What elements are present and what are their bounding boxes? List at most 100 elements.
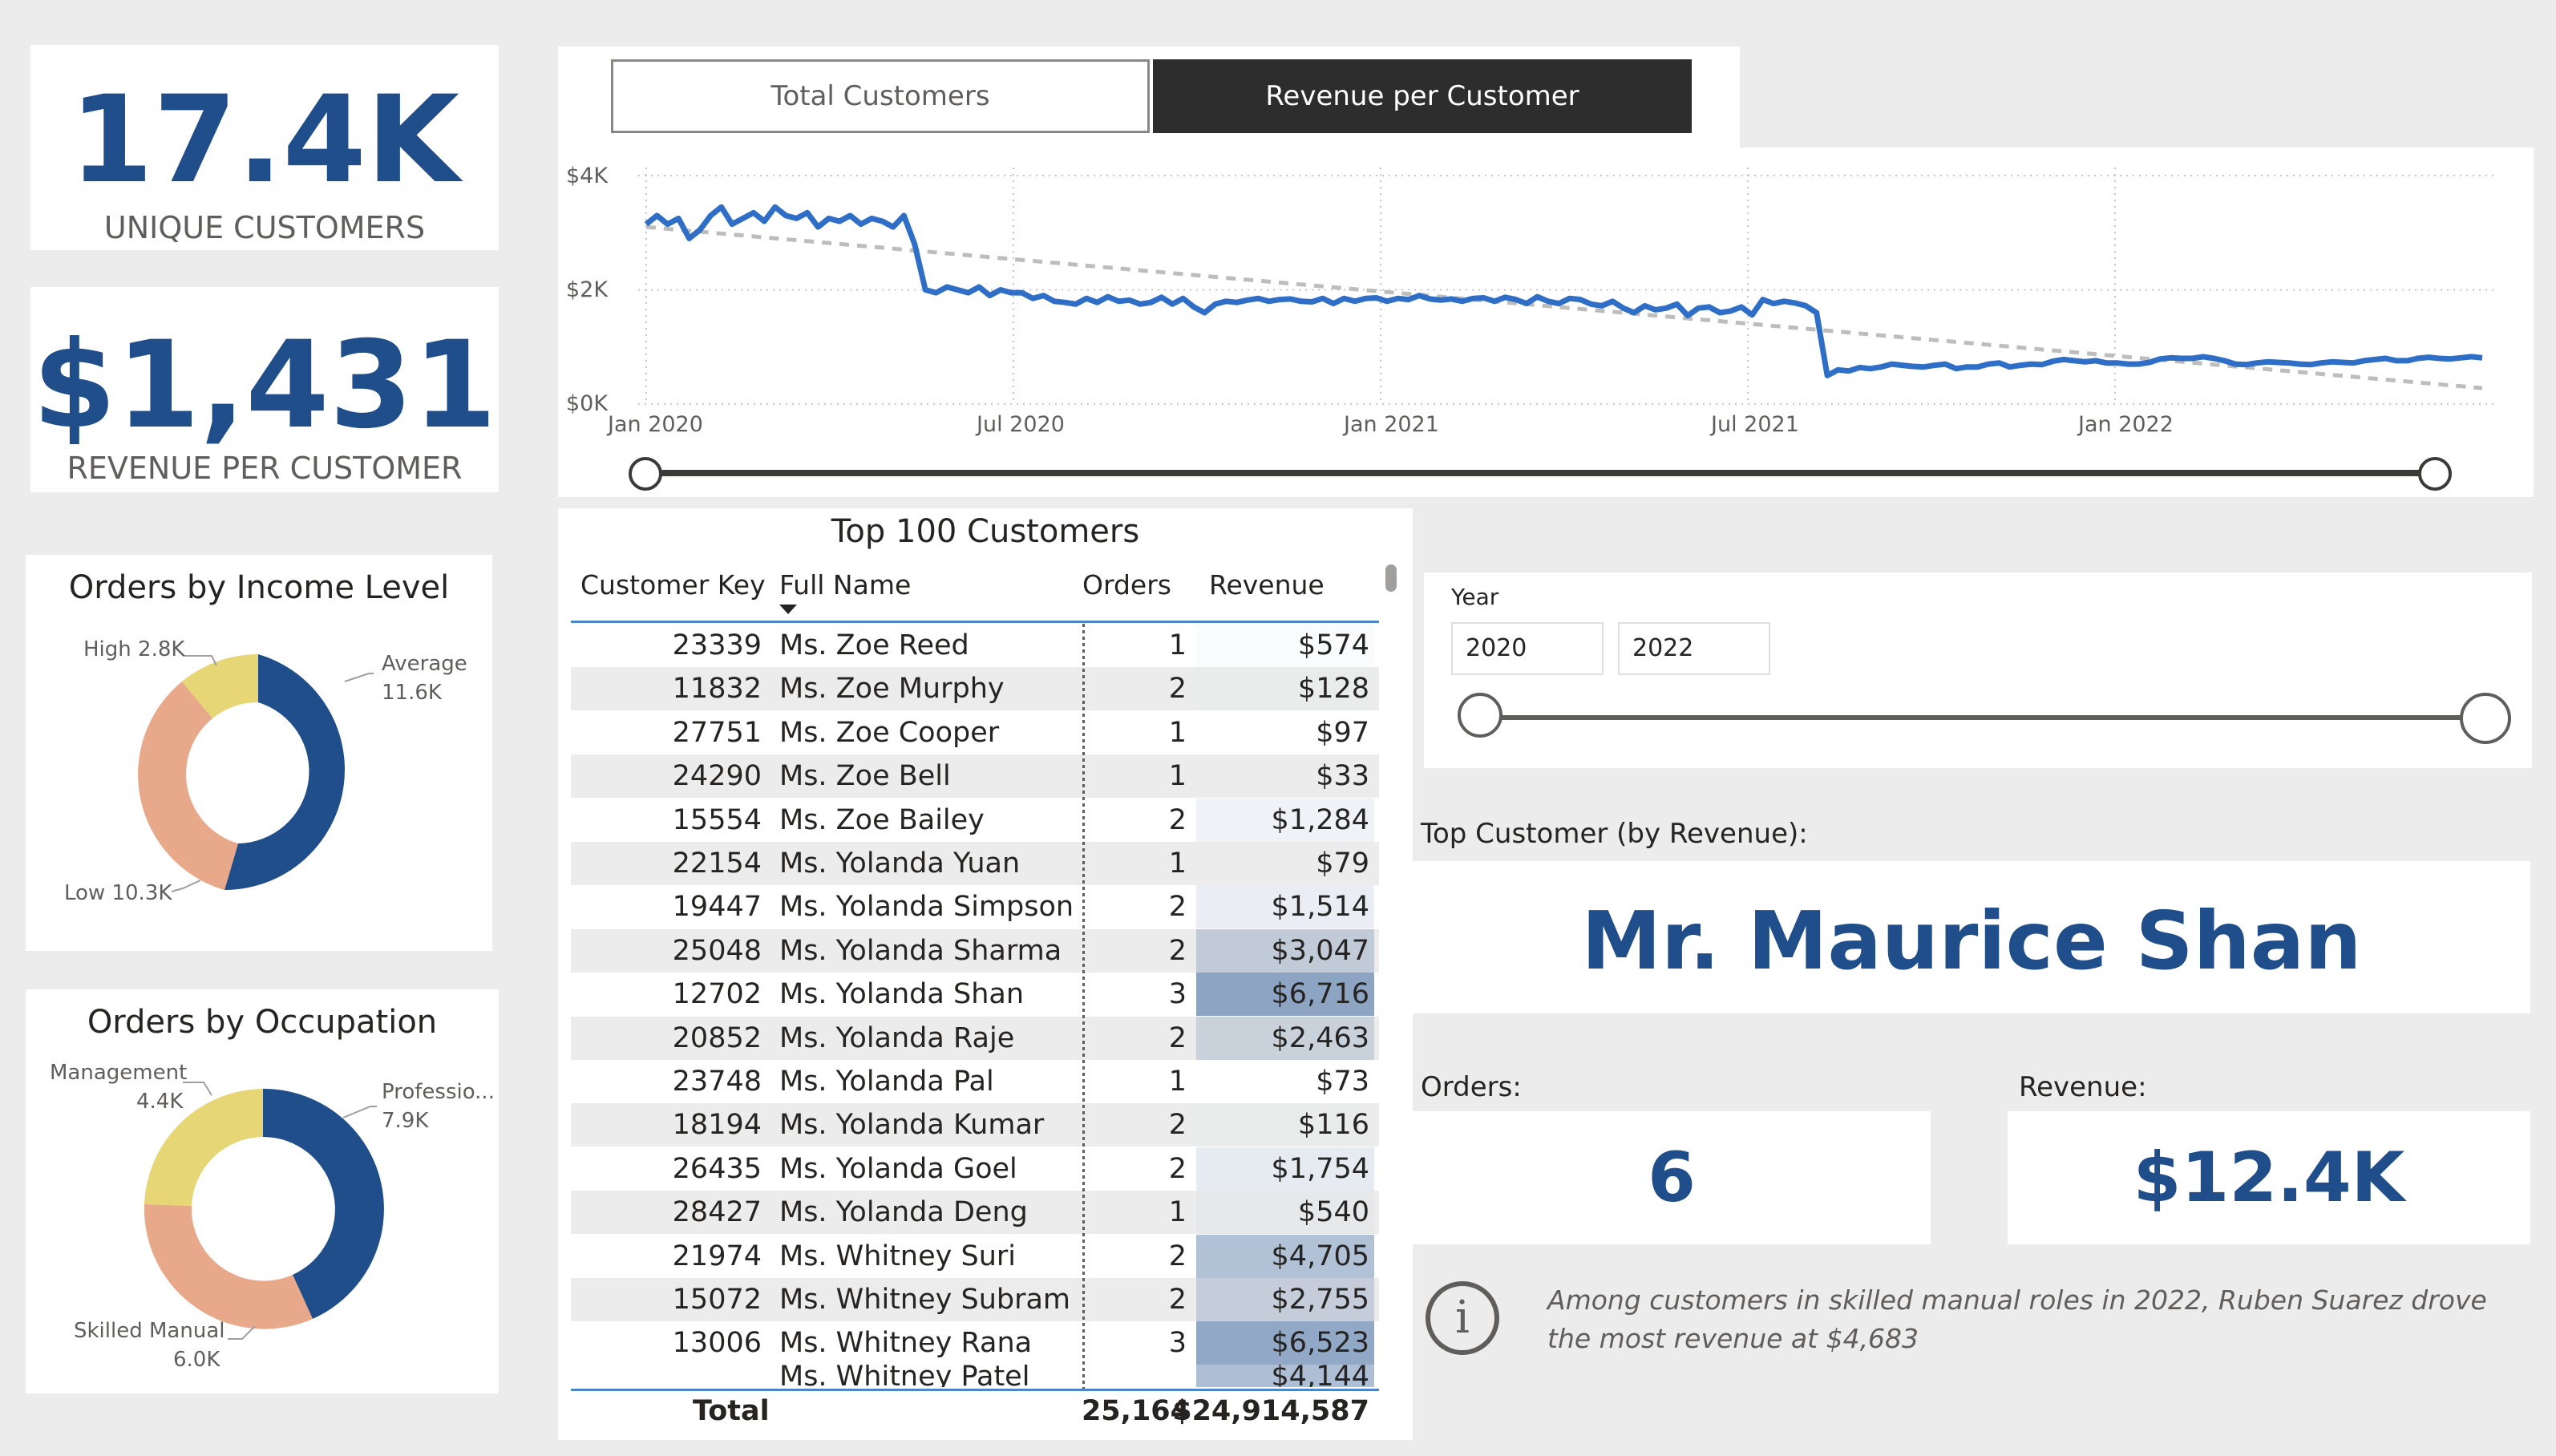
- y-tick-4k: $4K: [566, 164, 609, 188]
- table-row[interactable]: 22154 Ms. Yolanda Yuan 1 $79: [571, 842, 1379, 885]
- income-label-average-value: 11.6K: [382, 681, 442, 705]
- table-row[interactable]: 23339 Ms. Zoe Reed 1 $574: [571, 624, 1379, 667]
- table-row[interactable]: 15072 Ms. Whitney Subram 2 $2,755: [571, 1278, 1379, 1321]
- occupation-slice-skilled-manual[interactable]: [144, 1204, 313, 1329]
- cell-full-name: Ms. Zoe Cooper: [779, 716, 1000, 749]
- cell-orders: 2: [1168, 1021, 1187, 1054]
- cell-full-name: Ms. Yolanda Goel: [779, 1152, 1017, 1185]
- cell-customer-key: 28427: [672, 1196, 762, 1229]
- table-row[interactable]: 21974 Ms. Whitney Suri 2 $4,705: [571, 1234, 1379, 1278]
- year-slider-handle-end[interactable]: [2460, 693, 2511, 744]
- cell-customer-key: 15072: [672, 1284, 762, 1316]
- table-row[interactable]: 25048 Ms. Yolanda Sharma 2 $3,047: [571, 928, 1379, 973]
- cell-orders: 1: [1168, 847, 1187, 880]
- occupation-label-skilled-name: Skilled Manual: [74, 1319, 225, 1343]
- cell-customer-key: 13006: [672, 1327, 762, 1360]
- table-row[interactable]: 11832 Ms. Zoe Murphy 2 $128: [571, 667, 1379, 711]
- x-tick-jan-2021: Jan 2021: [1344, 412, 1439, 437]
- cell-customer-key: 27751: [672, 716, 762, 749]
- y-tick-2k: $2K: [566, 277, 609, 302]
- year-to-input[interactable]: 2022: [1618, 622, 1770, 675]
- occupation-label-skilled-value: 6.0K: [173, 1348, 220, 1372]
- cell-customer-key: 18194: [672, 1109, 762, 1142]
- table-row[interactable]: 23748 Ms. Yolanda Pal 1 $73: [571, 1060, 1379, 1103]
- kpi-unique-customers-card: 17.4K UNIQUE CUSTOMERS: [30, 45, 499, 250]
- cell-full-name: Ms. Whitney Patel: [779, 1365, 1030, 1387]
- x-tick-jul-2020: Jul 2020: [977, 412, 1065, 437]
- top-customer-card: Mr. Maurice Shan: [1413, 861, 2530, 1013]
- cell-revenue: $6,716: [1271, 978, 1369, 1011]
- x-tick-jul-2021: Jul 2021: [1711, 412, 1799, 437]
- cell-revenue: $128: [1297, 673, 1369, 706]
- trend-line-chart[interactable]: [558, 148, 2534, 497]
- cell-revenue: $2,755: [1271, 1284, 1369, 1316]
- table-row[interactable]: 26435 Ms. Yolanda Goel 2 $1,754: [571, 1147, 1379, 1191]
- cell-full-name: Ms. Yolanda Sharma: [779, 934, 1062, 967]
- occupation-label-professional-name: Professio...: [382, 1080, 495, 1104]
- cell-full-name: Ms. Yolanda Raje: [779, 1021, 1015, 1054]
- income-leader-low: [171, 880, 201, 892]
- cell-revenue: $4,705: [1271, 1240, 1369, 1272]
- income-donut-card: Orders by Income Level High 2.8K Average…: [26, 555, 492, 951]
- table-row[interactable]: 27751 Ms. Zoe Cooper 1 $97: [571, 711, 1379, 754]
- table-row[interactable]: 12702 Ms. Yolanda Shan 3 $6,716: [571, 973, 1379, 1017]
- income-label-average-name: Average: [382, 652, 467, 676]
- table-row[interactable]: 13006 Ms. Whitney Rana 3 $6,523: [571, 1321, 1379, 1365]
- table-row[interactable]: 18194 Ms. Yolanda Kumar 2 $116: [571, 1103, 1379, 1147]
- header-full-name[interactable]: Full Name: [779, 569, 911, 601]
- year-slider-handle-start[interactable]: [1458, 693, 1502, 738]
- table-row[interactable]: 15554 Ms. Zoe Bailey 2 $1,284: [571, 798, 1379, 842]
- cell-revenue: $3,047: [1271, 934, 1369, 967]
- date-range-slider-track[interactable]: [646, 470, 2434, 476]
- revenue-label: Revenue:: [2019, 1071, 2147, 1103]
- occupation-leader-professional: [342, 1106, 377, 1118]
- cell-customer-key: 23339: [672, 629, 762, 661]
- cell-revenue: $79: [1316, 847, 1369, 880]
- tab-revenue-per-customer[interactable]: Revenue per Customer: [1153, 59, 1692, 133]
- cell-full-name: Ms. Yolanda Yuan: [779, 847, 1021, 880]
- date-range-slider-handle-start[interactable]: [629, 457, 662, 491]
- table-row[interactable]: 19447 Ms. Yolanda Simpson 2 $1,514: [571, 885, 1379, 929]
- year-slider-track[interactable]: [1470, 715, 2482, 720]
- cell-customer-key: 15554: [672, 803, 762, 836]
- cell-revenue: $73: [1316, 1066, 1369, 1098]
- cell-full-name: Ms. Whitney Rana: [779, 1327, 1033, 1360]
- income-slice-low[interactable]: [138, 681, 238, 890]
- kpi-revenue-per-customer-value: $1,431: [32, 316, 497, 455]
- cell-full-name: Ms. Whitney Subram: [779, 1284, 1071, 1316]
- header-orders[interactable]: Orders: [1082, 569, 1171, 601]
- tab-total-customers[interactable]: Total Customers: [611, 59, 1150, 133]
- cell-orders: 1: [1168, 1066, 1187, 1098]
- header-revenue[interactable]: Revenue: [1209, 569, 1325, 601]
- x-tick-jan-2020: Jan 2020: [608, 412, 703, 437]
- y-tick-0k: $0K: [566, 391, 609, 416]
- cell-revenue: $97: [1316, 716, 1369, 749]
- cell-orders: 1: [1168, 716, 1187, 749]
- revenue-per-customer-line[interactable]: [644, 204, 2483, 378]
- cell-orders: 2: [1168, 891, 1187, 924]
- cell-customer-key: 26435: [672, 1152, 762, 1185]
- table-row[interactable]: 28427 Ms. Yolanda Deng 1 $540: [571, 1191, 1379, 1235]
- header-customer-key[interactable]: Customer Key: [580, 569, 766, 601]
- trend-line: [645, 224, 2483, 390]
- cell-revenue: $1,284: [1271, 803, 1369, 836]
- cell-full-name: Ms. Yolanda Simpson: [779, 891, 1074, 924]
- table-row[interactable]: 24290 Ms. Zoe Bell 1 $33: [571, 754, 1379, 799]
- table-row[interactable]: 20852 Ms. Yolanda Raje 2 $2,463: [571, 1016, 1379, 1060]
- table-total-label: Total: [693, 1395, 770, 1427]
- date-range-slider-handle-end[interactable]: [2418, 457, 2452, 491]
- cell-full-name: Ms. Zoe Bailey: [779, 803, 985, 836]
- cell-orders: 2: [1168, 673, 1187, 706]
- table-row-partial: Ms. Whitney Patel $4,144: [571, 1365, 1379, 1387]
- cell-full-name: Ms. Whitney Suri: [779, 1240, 1016, 1272]
- cell-orders: 2: [1168, 1109, 1187, 1142]
- cell-orders: 1: [1168, 1196, 1187, 1229]
- kpi-unique-customers-label: UNIQUE CUSTOMERS: [103, 210, 426, 245]
- table-scrollbar[interactable]: [1385, 564, 1397, 592]
- year-from-input[interactable]: 2020: [1451, 622, 1604, 675]
- cell-orders: 2: [1168, 1240, 1187, 1272]
- top-customer-name: Mr. Maurice Shan: [1581, 894, 2362, 988]
- cell-full-name: Ms. Yolanda Pal: [779, 1066, 994, 1098]
- cell-revenue: $2,463: [1271, 1021, 1369, 1054]
- info-icon[interactable]: i: [1426, 1281, 1499, 1355]
